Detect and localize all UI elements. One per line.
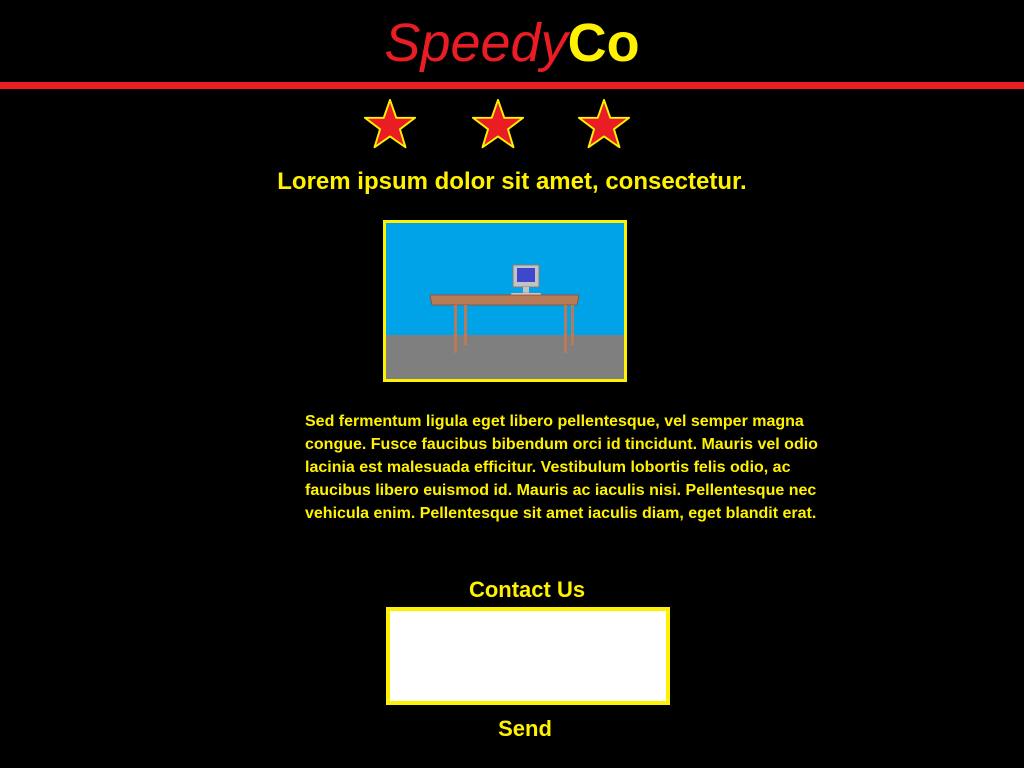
contact-message-input[interactable] [386,607,670,705]
page-headline: Lorem ipsum dolor sit amet, consectetur. [277,168,747,195]
contact-heading: Contact Us [468,577,586,602]
brand-part-co: Co [567,13,640,73]
brand-logo: SpeedyCo [0,8,1024,78]
desk-computer-image [386,223,624,379]
hero-image [383,220,627,382]
header-divider [0,82,1024,89]
brand-part-speedy: Speedy [384,13,568,73]
star-icon [363,98,417,149]
send-button[interactable]: Send [465,714,585,744]
star-icon [577,98,631,149]
star-icon [471,98,525,149]
body-paragraph: Sed fermentum ligula eget libero pellent… [305,413,818,522]
